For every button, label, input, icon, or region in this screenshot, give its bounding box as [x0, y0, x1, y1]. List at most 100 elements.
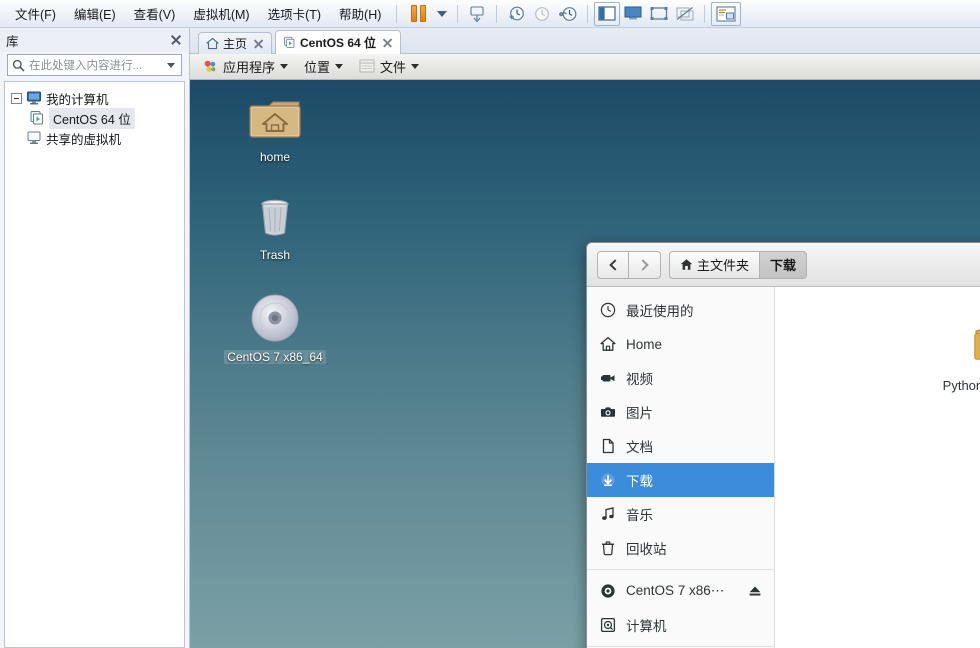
sidebar-item-home[interactable]: Home: [587, 327, 774, 361]
file-item-python-tgz[interactable]: Python-3.4.4.tgz: [935, 317, 980, 393]
tree-item-label: 共享的虚拟机: [46, 132, 122, 147]
file-manager-window: 主文件夹 下载 最近使用的 Home 视频 图片 文档 下载 音乐 回收站 Ce…: [586, 242, 980, 648]
sidebar-item-trash[interactable]: 回收站: [587, 531, 774, 565]
menu-view[interactable]: 查看(V): [125, 0, 185, 27]
menu-tabs[interactable]: 选项卡(T): [259, 0, 330, 27]
power-snapshot-button[interactable]: [464, 2, 490, 26]
tab-home[interactable]: 主页: [198, 32, 273, 54]
unity-mode-button[interactable]: [672, 2, 698, 26]
desktop-icon-trash[interactable]: Trash: [227, 192, 323, 262]
desktop-icon-label: home: [259, 150, 291, 164]
gnome-places-label: 位置: [304, 60, 331, 75]
tree-item-label: 我的计算机: [46, 92, 109, 107]
library-tree: 我的计算机 CentOS 64 位 共享的虚拟机: [4, 81, 185, 648]
sidebar-item-label: 下载: [626, 474, 653, 489]
menu-file-label: 文件(F): [15, 8, 56, 22]
menu-view-label: 查看(V): [133, 8, 176, 22]
tree-item-my-computer[interactable]: 我的计算机: [7, 88, 182, 108]
pause-button[interactable]: [403, 2, 433, 26]
power-snapshot-icon: [470, 5, 484, 22]
toolbar-separator: [496, 4, 498, 23]
gnome-files-label: 文件: [380, 60, 407, 75]
gnome-applications-menu[interactable]: 应用程序: [196, 55, 295, 78]
computer-disk-icon: [599, 617, 616, 634]
menu-vm[interactable]: 虚拟机(M): [184, 0, 258, 27]
sidebar-item-label: 视频: [626, 372, 653, 387]
snapshot-manager-button[interactable]: [555, 2, 581, 26]
sidebar-item-centos-disc[interactable]: CentOS 7 x86⋯: [587, 574, 774, 608]
archive-icon: [974, 329, 980, 360]
sidebar-item-recent[interactable]: 最近使用的: [587, 293, 774, 327]
close-icon[interactable]: [169, 33, 183, 47]
menu-file[interactable]: 文件(F): [6, 0, 65, 27]
fullscreen-icon: [650, 7, 668, 20]
breadcrumb-downloads[interactable]: 下载: [760, 250, 808, 279]
home-icon: [680, 259, 693, 270]
toolbar-separator: [704, 4, 706, 23]
gnome-desktop: home Trash CentOS 7 x86_64 主文件夹 下载 最近使用的…: [190, 80, 980, 648]
fullscreen-button[interactable]: [646, 2, 672, 26]
gnome-places-menu[interactable]: 位置: [297, 55, 350, 78]
sidebar-item-music[interactable]: 音乐: [587, 497, 774, 531]
desktop-icon-centos-disc[interactable]: CentOS 7 x86_64: [220, 292, 330, 364]
sidebar-item-label: 最近使用的: [626, 304, 694, 319]
sidebar-item-videos[interactable]: 视频: [587, 361, 774, 395]
toolbar-separator: [587, 4, 589, 23]
virtual-machine-icon: [30, 111, 43, 125]
eject-icon[interactable]: [748, 585, 762, 597]
optical-disc-icon: [599, 583, 616, 600]
main-toolbar: [403, 0, 742, 28]
snapshot-take-icon: [509, 6, 525, 20]
library-title: 库: [6, 34, 19, 49]
pause-icon: [410, 5, 426, 22]
power-dropdown-button[interactable]: [433, 2, 451, 26]
sidebar-item-label: 计算机: [626, 619, 667, 634]
chevron-down-icon: [280, 64, 289, 69]
sidebar-item-computer[interactable]: 计算机: [587, 608, 774, 642]
menu-bar: 文件(F) 编辑(E) 查看(V) 虚拟机(M) 选项卡(T) 帮助(H): [0, 0, 980, 28]
close-icon[interactable]: [253, 38, 264, 49]
tree-item-centos-64[interactable]: CentOS 64 位: [7, 107, 182, 129]
snapshot-take-button[interactable]: [503, 2, 529, 26]
sidebar-item-label: 回收站: [626, 542, 667, 557]
forward-button[interactable]: [629, 250, 661, 279]
breadcrumb-home[interactable]: 主文件夹: [669, 250, 761, 279]
file-list-area[interactable]: Python-3.4.4.tgz: [775, 287, 980, 648]
tab-centos-64[interactable]: CentOS 64 位: [275, 30, 402, 54]
tree-expander-icon[interactable]: [11, 92, 22, 104]
sidebar-item-documents[interactable]: 文档: [587, 429, 774, 463]
show-library-button[interactable]: [594, 1, 621, 26]
library-search-box[interactable]: 在此处键入内容进行...: [7, 54, 182, 76]
breadcrumb: 主文件夹 下载: [669, 250, 808, 279]
menu-edit[interactable]: 编辑(E): [65, 0, 125, 27]
chevron-down-icon: [411, 64, 420, 69]
download-icon: [599, 472, 616, 489]
back-button[interactable]: [597, 250, 629, 279]
close-icon[interactable]: [382, 37, 393, 48]
thumbnail-bar-button[interactable]: [711, 1, 742, 26]
menu-help[interactable]: 帮助(H): [330, 0, 390, 27]
document-icon: [599, 438, 616, 455]
sidebar-item-label: 文档: [626, 440, 653, 455]
music-note-icon: [599, 506, 616, 523]
sidebar-divider: [587, 646, 774, 647]
tab-centos-label: CentOS 64 位: [300, 36, 377, 50]
sidebar-divider: [587, 569, 774, 570]
library-search-placeholder: 在此处键入内容进行...: [29, 60, 143, 72]
snapshot-revert-icon: [535, 6, 550, 21]
sidebar-item-pictures[interactable]: 图片: [587, 395, 774, 429]
gnome-files-menu[interactable]: 文件: [352, 55, 426, 78]
library-panel: 库 在此处键入内容进行... 我的计算机 CentOS 64 位 共享的虚拟机: [0, 28, 190, 648]
menu-edit-label: 编辑(E): [73, 8, 116, 22]
tree-item-shared-vms[interactable]: 共享的虚拟机: [7, 128, 182, 148]
sidebar-item-downloads[interactable]: 下载: [587, 463, 774, 497]
console-view-button[interactable]: [620, 2, 646, 26]
sidebar-item-label: CentOS 7 x86⋯: [626, 583, 725, 598]
chevron-down-icon[interactable]: [167, 62, 175, 68]
desktop-icon-home[interactable]: home: [227, 94, 323, 164]
snapshot-revert-button[interactable]: [529, 2, 555, 26]
applications-icon: [204, 60, 216, 72]
desktop-icon-label: Trash: [259, 248, 291, 262]
file-manager-body: 最近使用的 Home 视频 图片 文档 下载 音乐 回收站 CentOS 7 x…: [587, 287, 980, 648]
camera-icon: [599, 404, 616, 421]
